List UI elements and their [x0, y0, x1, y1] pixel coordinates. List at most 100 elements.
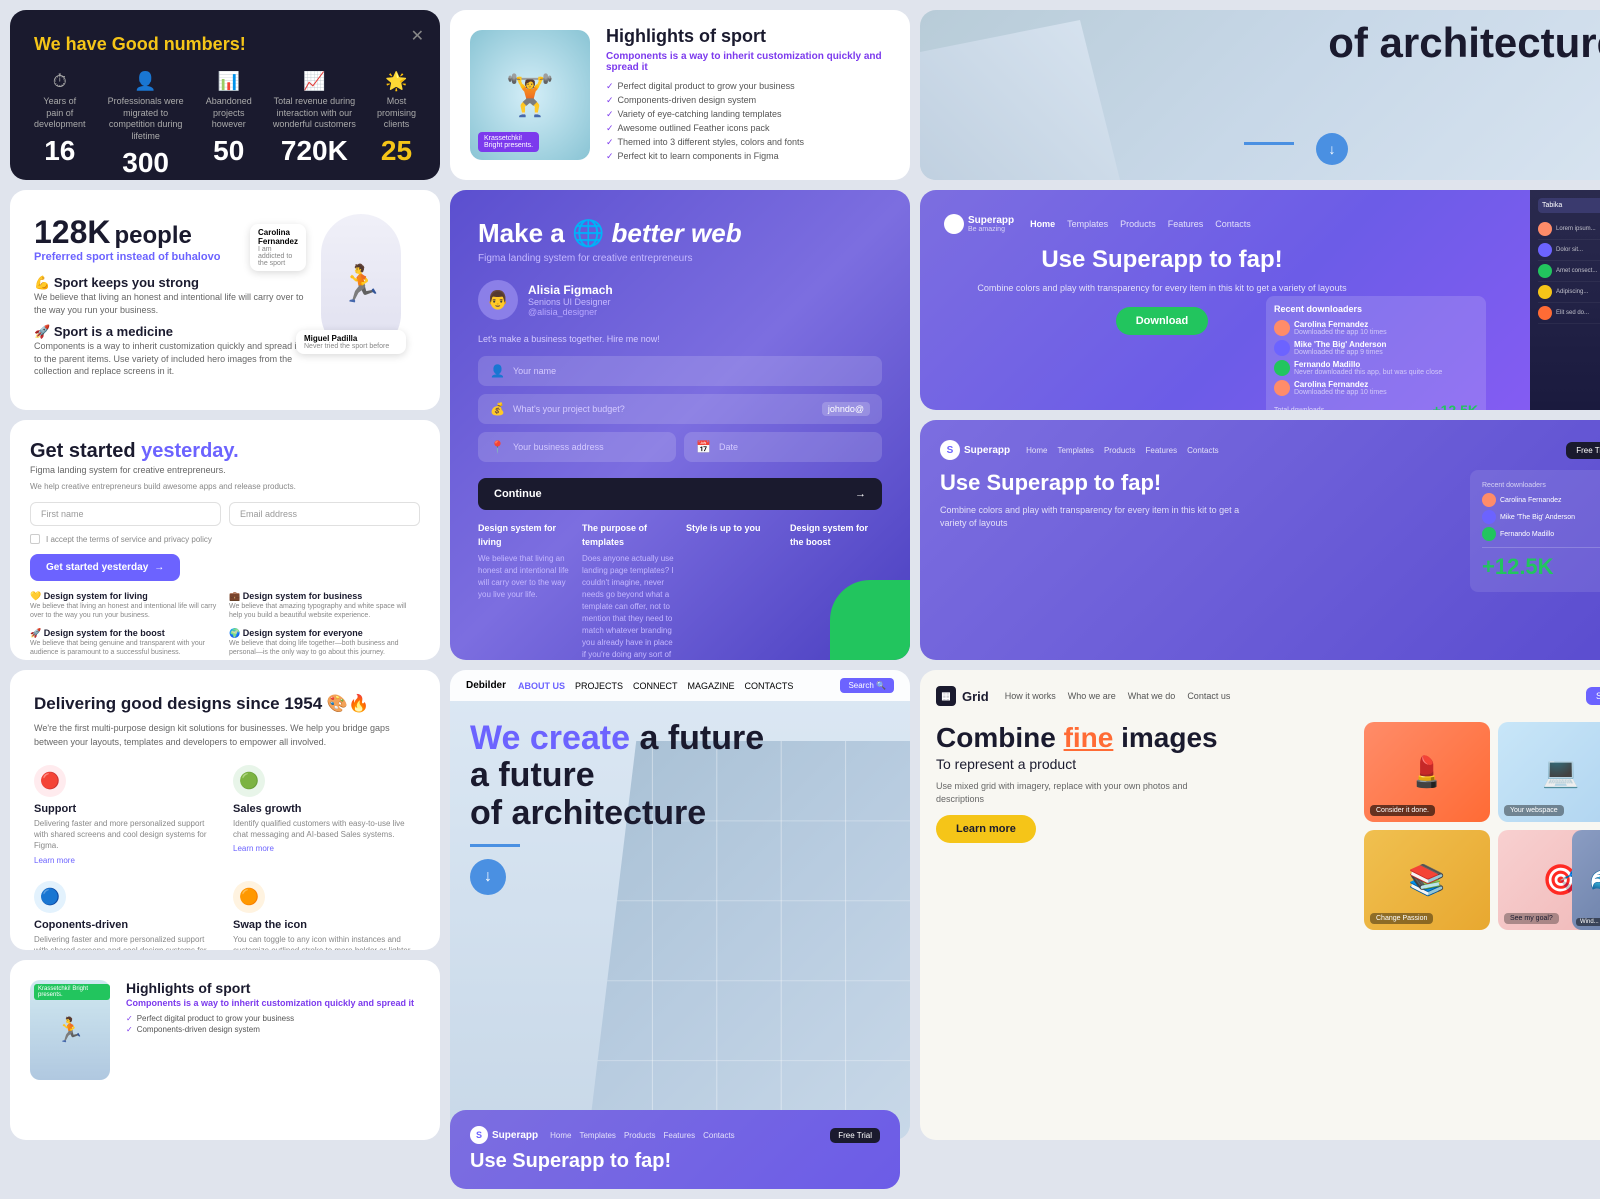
budget-placeholder: What's your project budget? — [513, 404, 625, 414]
cta-button[interactable]: Get started yesterday → — [30, 554, 180, 581]
superapp-bottom-nav: S Superapp Home Templates Products Featu… — [470, 1126, 880, 1144]
sport-feature-5: Themed into 3 different styles, colors a… — [606, 137, 890, 148]
get-started-subtitle: Figma landing system for creative entrep… — [30, 465, 420, 475]
recent-item-1: Carolina Fernandez Downloaded the app 10… — [1274, 320, 1478, 336]
superapp-main: Use Superapp to fap! Combine colors and … — [944, 246, 1600, 376]
phone-avatar-3 — [1538, 264, 1552, 278]
address-date-row: 📍 Your business address 📅 Date — [478, 432, 882, 470]
web-profile: 👨 Alisia Figmach Senions UI Designer @al… — [478, 280, 882, 320]
feature-support: 🔴 Support Delivering faster and more per… — [34, 765, 217, 865]
superapp-nav-links: Home Templates Products Features Contact… — [1030, 219, 1251, 229]
superapp-dl-links: Home Templates Products Features Contact… — [1026, 446, 1219, 455]
close-icon[interactable]: ✕ — [411, 26, 424, 46]
superapp-logo-icon: S — [944, 214, 964, 234]
arrow-icon: → — [855, 488, 866, 500]
arch-divider-line — [1244, 142, 1294, 145]
arch-scroll-button[interactable]: ↓ — [1316, 133, 1348, 165]
email-input[interactable]: Email address — [229, 502, 420, 526]
submit-button[interactable]: Continue → — [478, 478, 882, 510]
img-icon-3: 📚 — [1408, 863, 1445, 898]
budget-field[interactable]: 💰 What's your project budget? johndo@ — [478, 394, 882, 424]
grid-logo-icon: ▦ — [936, 686, 956, 706]
sport-img-small: 🏃 Krassetchki! Bright presents. — [30, 980, 110, 1080]
superapp-dl-card: S Superapp Home Templates Products Featu… — [920, 420, 1600, 660]
web-tagline: Figma landing system for creative entrep… — [478, 253, 882, 264]
feat2-title: 🚀 Sport is a medicine — [34, 324, 306, 340]
get-started-desc: We help creative entrepreneurs build awe… — [30, 481, 420, 492]
sport-badge-small: Krassetchki! Bright presents. — [34, 984, 110, 1000]
recent-info-1: Carolina Fernandez Downloaded the app 10… — [1294, 320, 1478, 336]
stat-revenue-label: Total revenue during interaction with ou… — [272, 96, 357, 131]
support-icon: 🔴 — [34, 765, 66, 797]
support-learn-more[interactable]: Learn more — [34, 856, 217, 865]
phone-avatar-5 — [1538, 306, 1552, 320]
sport-image: 🏋️ Krassetchki!Bright presents. — [470, 30, 590, 160]
learn-more-button[interactable]: Learn more — [936, 815, 1036, 843]
recent-item-4: Carolina Fernandez Downloaded the app 10… — [1274, 380, 1478, 396]
name-field[interactable]: 👤 Your name — [478, 356, 882, 386]
design-grid: 💛 Design system for living We believe th… — [30, 591, 420, 657]
web-profile-handle: @alisia_designer — [528, 307, 613, 317]
sport-badge: Krassetchki!Bright presents. — [478, 132, 539, 152]
web-profile-role: Senions UI Designer — [528, 297, 613, 307]
arch-top-title: of architecture — [1328, 20, 1600, 66]
arch-shape — [920, 20, 1120, 180]
web-invite: Let's make a business together. Hire me … — [478, 334, 882, 344]
sales-learn-more[interactable]: Learn more — [233, 844, 416, 853]
terms-checkbox[interactable] — [30, 534, 40, 544]
name-placeholder: Your name — [513, 366, 556, 376]
dl-avatar-3 — [1482, 527, 1496, 541]
date-field[interactable]: 📅 Date — [684, 432, 882, 462]
phone-row-5: Elit sed do... — [1538, 303, 1600, 324]
checkbox-label: I accept the terms of service and privac… — [46, 535, 212, 544]
first-name-input[interactable]: First name — [30, 502, 221, 526]
arch-scroll-btn[interactable]: ↓ — [470, 859, 506, 895]
web-profile-info: Alisia Figmach Senions UI Designer @alis… — [528, 283, 613, 317]
arch-main-content: We create a future a future of architect… — [450, 670, 910, 915]
superapp-card: S Superapp Be amazing Home Templates Pro… — [920, 190, 1600, 410]
sport-feature-1: Perfect digital product to grow your bus… — [606, 81, 890, 92]
sport-card: 🏋️ Krassetchki!Bright presents. Highligh… — [450, 10, 910, 180]
phone-screen: Tabika Lorem ipsum... Dolor sit... Amet … — [1530, 190, 1600, 410]
checkbox-row: I accept the terms of service and privac… — [30, 534, 420, 544]
budget-value: johndo@ — [822, 402, 870, 416]
sport-content: Highlights of sport Components is a way … — [606, 26, 890, 165]
phone-mockup: Tabika Lorem ipsum... Dolor sit... Amet … — [1530, 190, 1600, 410]
design-item-2: 💼 Design system for business We believe … — [229, 591, 420, 620]
star-icon: 🌟 — [377, 71, 416, 92]
sign-button[interactable]: Sign — [1586, 687, 1600, 705]
superapp-dl-desc: Combine colors and play with transparenc… — [940, 504, 1240, 529]
grid-img-1: 💄 Consider it done. — [1364, 722, 1490, 822]
stat-abandoned-label: Abandoned projects however — [206, 96, 252, 131]
sport-bottom-card: 🏃 Krassetchki! Bright presents. Highligh… — [10, 960, 440, 1140]
superapp-bottom-trial-btn[interactable]: Free Trial — [830, 1128, 880, 1143]
superapp-dl-free-btn[interactable]: Free Trial — [1566, 442, 1600, 459]
people-avatar-area: 🏃 Carolina Fernandez I am addicted to th… — [306, 214, 416, 394]
sport-title: Highlights of sport — [606, 26, 890, 47]
feature-sales: 🟢 Sales growth Identify qualified custom… — [233, 765, 416, 865]
time-icon: ⏱ — [34, 71, 86, 92]
arch-main-title: We create a future — [470, 720, 890, 757]
stat-professionals: 👤 Professionals were migrated to competi… — [106, 71, 186, 179]
address-field[interactable]: 📍 Your business address — [478, 432, 676, 462]
sport-features: Perfect digital product to grow your bus… — [606, 81, 890, 162]
phone-row-4: Adipiscing... — [1538, 282, 1600, 303]
people-card: 128K people Preferred sport instead of b… — [10, 190, 440, 410]
superapp-bottom-strip: S Superapp Home Templates Products Featu… — [450, 1110, 900, 1189]
dl-avatar-1 — [1482, 493, 1496, 507]
img-label-5: Wind... — [1576, 918, 1600, 926]
superapp-bottom-links: Home Templates Products Features Contact… — [550, 1131, 735, 1140]
feat1-desc: We believe that living an honest and int… — [34, 291, 306, 316]
design-item-1: 💛 Design system for living We believe th… — [30, 591, 221, 620]
web-profile-name: Alisia Figmach — [528, 283, 613, 297]
cta-arrow: → — [154, 562, 164, 573]
superapp-title: Use Superapp to fap! — [944, 246, 1380, 274]
sport-feature-list: Perfect digital product to grow your bus… — [126, 1014, 414, 1034]
people-feature-2: 🚀 Sport is a medicine Components is a wa… — [34, 324, 306, 378]
dl-user-list: Carolina Fernandez Mike 'The Big' Anders… — [1482, 493, 1600, 541]
grid-nav: ▦ Grid How it works Who we are What we d… — [936, 686, 1600, 706]
sport-bottom-content: Highlights of sport Components is a way … — [126, 980, 414, 1036]
grid-img-2: 💻 Your webspace — [1498, 722, 1600, 822]
download-button[interactable]: Download — [1116, 307, 1209, 335]
good-design-card: Delivering good designs since 1954 🎨🔥 We… — [10, 670, 440, 950]
